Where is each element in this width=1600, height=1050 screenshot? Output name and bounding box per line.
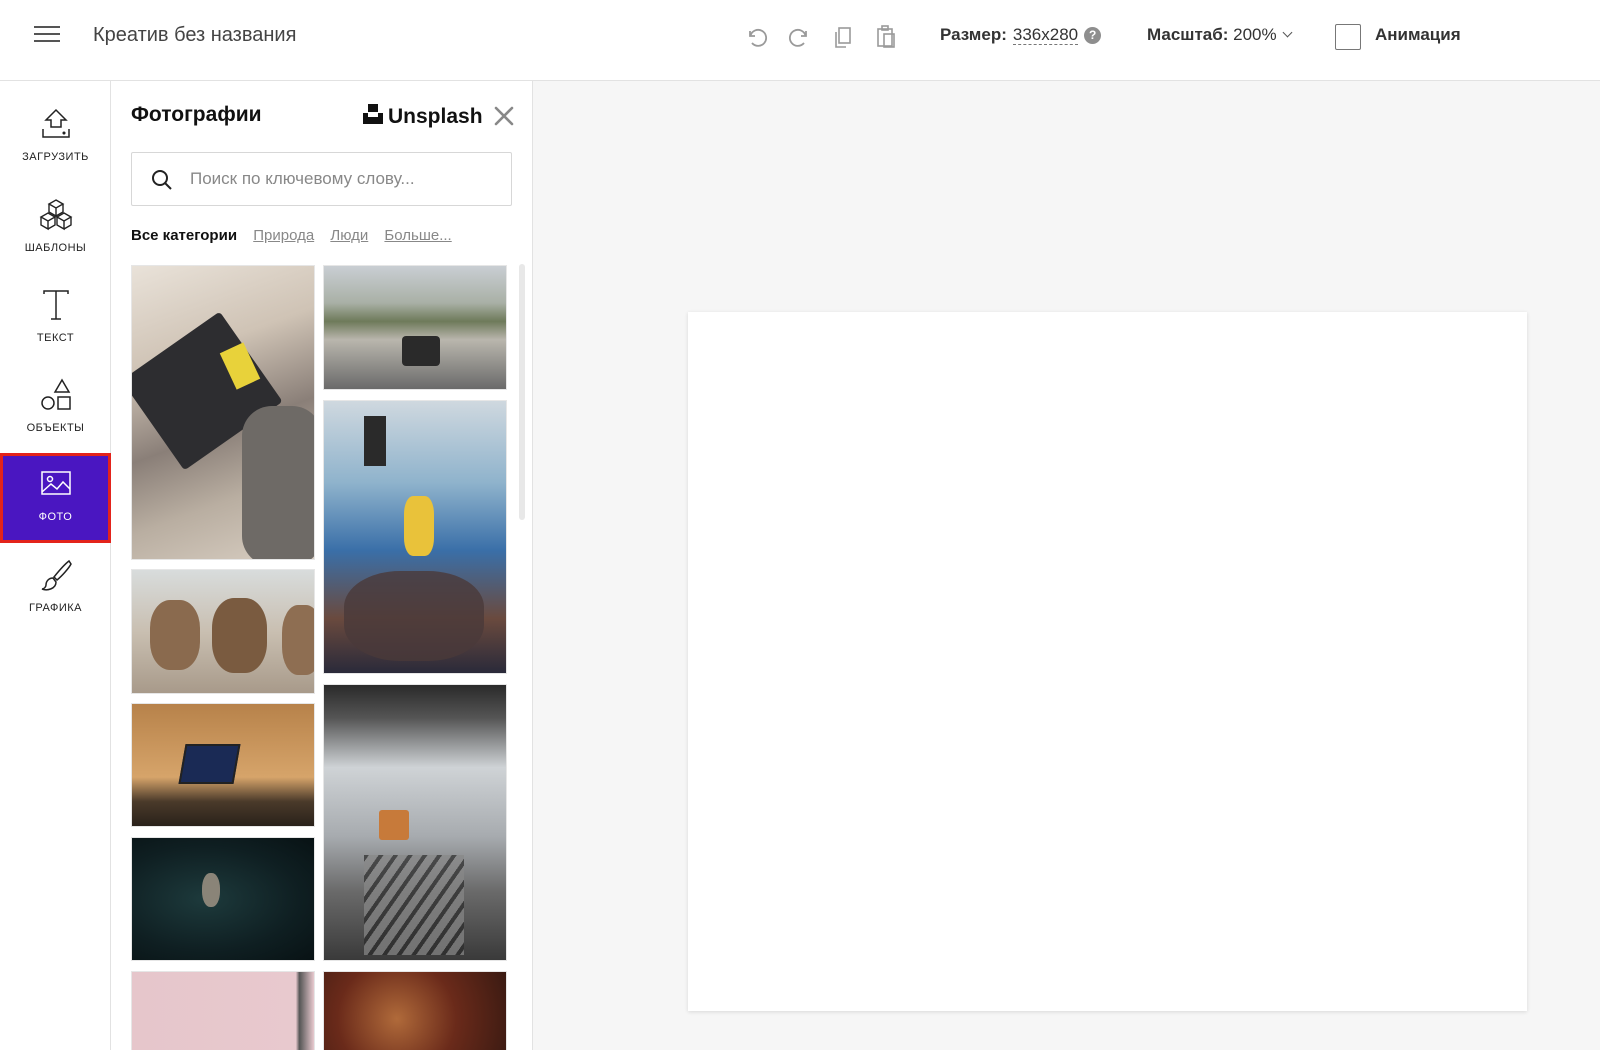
rail-item-label: ФОТО	[38, 511, 73, 523]
photos-panel: Фотографии Unsplash Все категории Природ…	[111, 81, 533, 1050]
rail-item-graphics[interactable]: ГРАФИКА	[0, 544, 111, 634]
animation-label: Анимация	[1375, 25, 1461, 44]
zoom-value: 200%	[1233, 25, 1277, 44]
photo-thumbnail[interactable]	[131, 703, 315, 827]
artboard-canvas[interactable]	[688, 312, 1527, 1011]
unsplash-icon	[363, 104, 383, 124]
panel-title: Фотографии	[131, 103, 262, 126]
document-title[interactable]: Креатив без названия	[93, 24, 296, 47]
top-bar: Креатив без названия Размер: 336x280? Мас…	[0, 0, 1600, 81]
workspace	[533, 81, 1600, 1050]
rail-item-label: ГРАФИКА	[28, 602, 83, 614]
panel-scrollbar[interactable]	[519, 264, 525, 520]
upload-icon	[41, 108, 70, 138]
paste-icon[interactable]	[871, 22, 901, 52]
zoom-dropdown[interactable]: Масштаб: 200%	[1147, 25, 1293, 45]
photo-thumbnail[interactable]	[131, 569, 315, 694]
photo-thumbnail[interactable]	[131, 837, 315, 961]
photo-icon	[40, 471, 71, 495]
rail-item-label: ОБЪЕКТЫ	[26, 422, 85, 434]
cubes-icon	[39, 199, 72, 231]
photo-thumbnail[interactable]	[131, 265, 315, 560]
shapes-icon	[40, 378, 71, 410]
rail-item-templates[interactable]: ШАБЛОНЫ	[0, 184, 111, 274]
chevron-down-icon	[1282, 27, 1293, 38]
rail-item-label: ТЕКСТ	[36, 332, 75, 344]
rail-item-label: ШАБЛОНЫ	[24, 242, 87, 254]
category-people[interactable]: Люди	[330, 227, 368, 244]
category-tabs: Все категории Природа Люди Больше...	[131, 227, 464, 244]
rail-item-upload[interactable]: ЗАГРУЗИТЬ	[0, 93, 111, 183]
search-icon	[152, 170, 172, 190]
text-icon	[42, 290, 69, 320]
photo-thumbnail[interactable]	[323, 971, 507, 1050]
search-input[interactable]	[190, 165, 500, 193]
rail-item-photo[interactable]: ФОТО	[0, 453, 111, 543]
search-box	[131, 152, 512, 206]
unsplash-label: Unsplash	[388, 105, 483, 128]
category-more[interactable]: Больше...	[384, 227, 451, 244]
size-label: Размер:	[940, 25, 1007, 44]
brush-icon	[41, 559, 72, 591]
animation-checkbox[interactable]	[1335, 24, 1361, 50]
help-icon[interactable]: ?	[1084, 27, 1102, 44]
rail-item-objects[interactable]: ОБЪЕКТЫ	[0, 364, 111, 454]
photo-thumbnail[interactable]	[131, 971, 315, 1050]
copy-icon[interactable]	[828, 22, 858, 52]
photo-thumbnail[interactable]	[323, 684, 507, 961]
photo-thumbnail[interactable]	[323, 265, 507, 390]
redo-icon[interactable]	[785, 22, 815, 52]
rail-item-label: ЗАГРУЗИТЬ	[22, 151, 89, 163]
undo-icon[interactable]	[741, 22, 771, 52]
category-all[interactable]: Все категории	[131, 227, 237, 244]
rail-item-text[interactable]: ТЕКСТ	[0, 274, 111, 364]
menu-icon[interactable]	[32, 24, 62, 50]
zoom-label: Масштаб:	[1147, 25, 1229, 44]
size-control: Размер: 336x280?	[940, 25, 1102, 45]
unsplash-logo[interactable]: Unsplash	[362, 103, 483, 129]
size-value[interactable]: 336x280	[1012, 25, 1079, 45]
category-nature[interactable]: Природа	[253, 227, 314, 244]
close-icon[interactable]	[491, 103, 517, 129]
photo-thumbnail[interactable]	[323, 400, 507, 674]
tool-rail: ЗАГРУЗИТЬ ШАБЛОНЫ ТЕКСТ ОБЪЕКТЫ ФОТО ГРА…	[0, 81, 111, 1050]
